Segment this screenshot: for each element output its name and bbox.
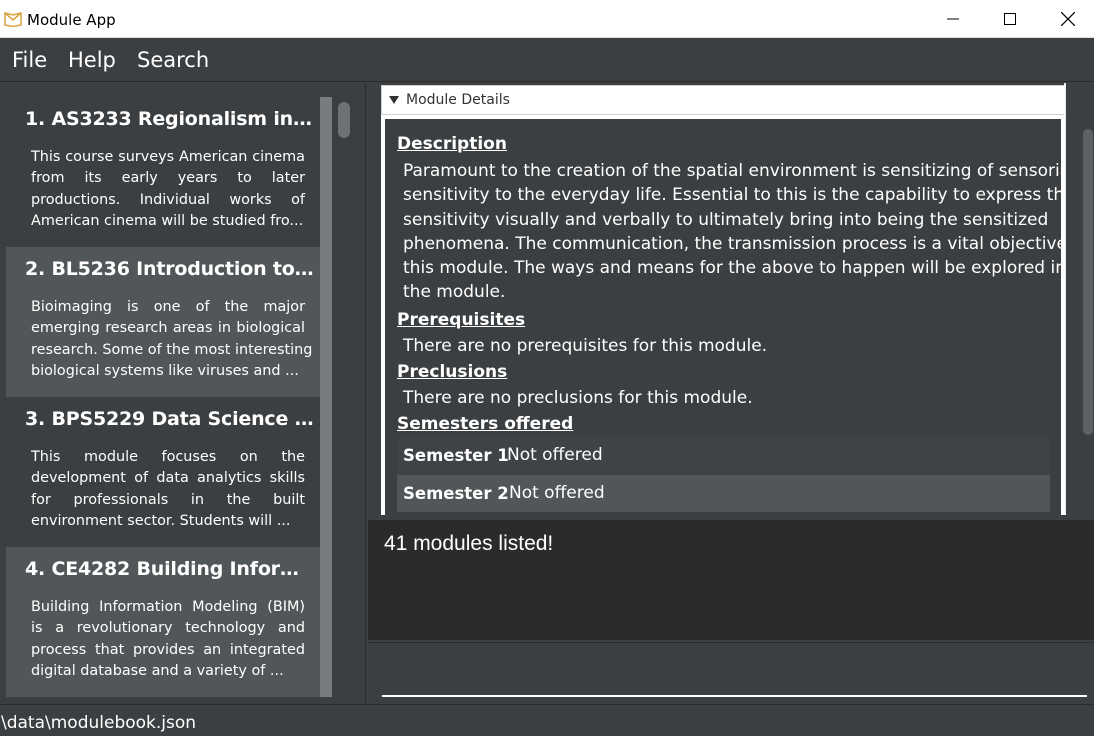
module-details-title: Module Details [406, 92, 510, 108]
module-list-scrollbar[interactable] [332, 97, 356, 704]
module-details-content: Description Paramount to the creation of… [385, 119, 1061, 515]
menu-bar: File Help Search [0, 38, 1094, 82]
close-icon [1061, 12, 1075, 26]
book-icon [4, 12, 22, 27]
description-line: sensitivity visually and verbally to ult… [403, 209, 1049, 230]
desc-line: research. Some of the most interesting [31, 341, 313, 358]
result-display: 41 modules listed! [368, 518, 1094, 640]
triangle-down-icon [389, 96, 399, 104]
description-line: the module. [403, 282, 506, 303]
card-edge [320, 547, 332, 697]
details-scrollbar[interactable] [1078, 83, 1094, 515]
module-title: 2. BL5236 Introduction to Ele... [25, 258, 317, 280]
card-edge [320, 247, 332, 397]
description-heading: Description [397, 134, 507, 154]
desc-line: is a revolutionary technology and [31, 620, 305, 637]
module-description: This course surveys American cinema from… [31, 147, 305, 232]
semesters-heading: Semesters offered [397, 414, 574, 434]
description-text: Paramount to the creation of the spatial… [403, 159, 1061, 305]
module-description: This module focuses on the development o… [31, 447, 305, 532]
preclusions-text: There are no preclusions for this module… [403, 388, 753, 408]
desc-line: productions. Individual works of [31, 191, 305, 208]
description-line: Paramount to the creation of the spatial… [403, 161, 1061, 181]
desc-line: emerging research areas in biological [31, 320, 305, 337]
module-description: Bioimaging is one of the major emerging … [31, 297, 313, 382]
semester-row: Semester 1 Not offered [397, 437, 1050, 474]
desc-line: development of data analytics skills [31, 470, 305, 487]
result-text: 41 modules listed! [384, 532, 554, 555]
minimize-button[interactable] [924, 0, 982, 38]
semester-value: Not offered [509, 483, 605, 503]
maximize-icon [1004, 13, 1016, 25]
menu-search[interactable]: Search [137, 48, 209, 72]
maximize-button[interactable] [981, 0, 1039, 38]
description-line: phenomena. The communication, the transm… [403, 233, 1061, 254]
desc-line: for professionals in the built [31, 491, 305, 508]
desc-line: biological systems like viruses and ... [31, 362, 299, 379]
module-details-toggle[interactable]: Module Details [381, 85, 1065, 115]
semester-row: Semester 2 Not offered [397, 475, 1050, 512]
semester-label: Semester 2 [403, 484, 509, 503]
module-card[interactable]: 2. BL5236 Introduction to Ele... Bioimag… [6, 247, 332, 397]
title-bar: Module App [0, 0, 1094, 38]
module-list: 1. AS3233 Regionalism in Am... This cour… [6, 97, 332, 704]
desc-line: Building Information Modeling (BIM) [31, 599, 305, 615]
desc-line: environment sector. Students will ... [31, 512, 291, 529]
card-edge [320, 397, 332, 547]
details-divider [1064, 83, 1066, 515]
semester-label: Semester 1 [403, 446, 509, 465]
card-body: 3. BPS5229 Data Science for ... This mod… [6, 397, 320, 547]
card-body: 4. CE4282 Building Informati... Building… [6, 547, 320, 697]
module-card[interactable]: 1. AS3233 Regionalism in Am... This cour… [6, 97, 332, 247]
module-list-panel: 1. AS3233 Regionalism in Am... This cour… [0, 83, 366, 704]
description-line: this module. The ways and means for the … [403, 258, 1061, 279]
desc-line: digital database and a variety of ... [31, 662, 284, 679]
close-button[interactable] [1039, 0, 1094, 38]
scrollbar-thumb[interactable] [1083, 129, 1093, 435]
desc-line: American cinema will be studied fro... [31, 212, 304, 229]
menu-file[interactable]: File [12, 48, 47, 72]
module-title: 1. AS3233 Regionalism in Am... [25, 108, 317, 130]
module-details-panel: Module Details Description Paramount to … [370, 83, 1094, 515]
semester-value: Not offered [507, 445, 603, 465]
module-description: Building Information Modeling (BIM) is a… [31, 597, 305, 682]
module-title: 3. BPS5229 Data Science for ... [25, 408, 317, 430]
description-line: sensitivity to the everyday life. Essent… [403, 185, 1061, 206]
desc-line: Bioimaging is one of the major [31, 299, 305, 315]
module-title: 4. CE4282 Building Informati... [25, 558, 317, 580]
card-body: 1. AS3233 Regionalism in Am... This cour… [6, 97, 320, 247]
desc-line: This module focuses on the [31, 449, 305, 465]
prerequisites-heading: Prerequisites [397, 310, 526, 330]
minimize-icon [947, 18, 959, 20]
module-card[interactable]: 3. BPS5229 Data Science for ... This mod… [6, 397, 332, 547]
save-location: \data\modulebook.json [1, 713, 197, 733]
desc-line: from its early years to later [31, 170, 305, 187]
command-input[interactable] [382, 653, 1087, 697]
desc-line: This course surveys American cinema [31, 149, 305, 165]
scrollbar-thumb[interactable] [338, 102, 350, 138]
status-bar: \data\modulebook.json [0, 704, 1094, 736]
card-edge [320, 97, 332, 247]
card-body: 2. BL5236 Introduction to Ele... Bioimag… [6, 247, 320, 397]
prerequisites-text: There are no prerequisites for this modu… [403, 336, 768, 356]
menu-help[interactable]: Help [68, 48, 116, 72]
window-title: Module App [27, 11, 116, 29]
preclusions-heading: Preclusions [397, 362, 508, 382]
module-card[interactable]: 4. CE4282 Building Informati... Building… [6, 547, 332, 697]
desc-line: process that provides an integrated [31, 641, 305, 658]
module-details-body: Description Paramount to the creation of… [381, 115, 1065, 515]
command-box [368, 642, 1094, 704]
